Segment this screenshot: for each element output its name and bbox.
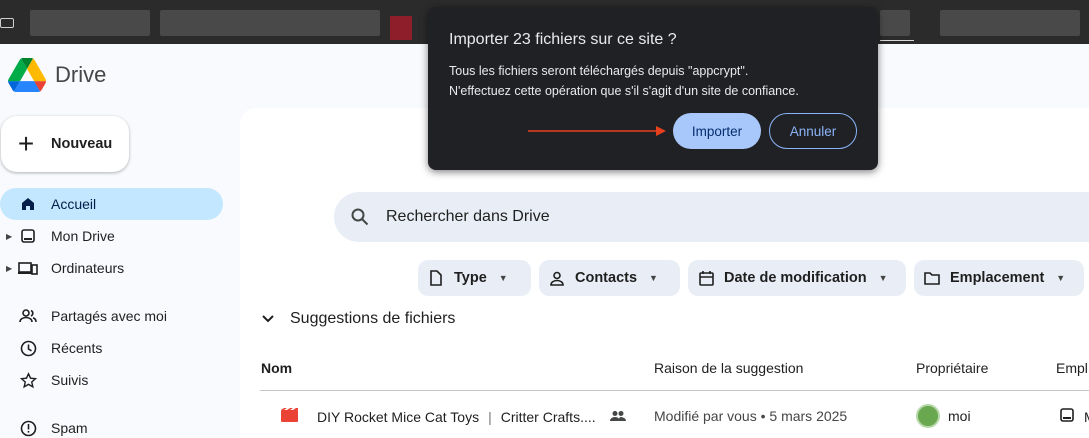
owner-name: moi: [948, 408, 971, 424]
new-button-label: Nouveau: [51, 136, 113, 152]
clock-icon: [17, 337, 39, 359]
filter-label: Type: [454, 270, 487, 286]
blurred-region: [30, 10, 150, 36]
suggestions-title: Suggestions de fichiers: [290, 310, 456, 327]
sidebar-item-label: Partagés avec moi: [51, 308, 167, 324]
sidebar-item-label: Suivis: [51, 372, 89, 388]
new-button[interactable]: + Nouveau: [1, 116, 129, 172]
file-icon: [418, 270, 454, 286]
sidebar-item-shared[interactable]: Partagés avec moi: [0, 300, 223, 332]
sidebar-item-recent[interactable]: Récents: [0, 332, 223, 364]
dialog-message-line: Tous les fichiers seront téléchargés dep…: [449, 64, 749, 78]
dialog-title: Importer 23 fichiers sur ce site ?: [449, 31, 677, 48]
avatar: [916, 404, 940, 428]
sidebar-item-starred[interactable]: Suivis: [0, 364, 223, 396]
table-row[interactable]: DIY Rocket Mice Cat Toys | Critter Craft…: [281, 408, 626, 425]
sidebar-item-computers[interactable]: ▶ Ordinateurs: [0, 252, 223, 284]
dialog-message-line: N'effectuez cette opération que s'il s'a…: [449, 84, 799, 98]
column-header-name[interactable]: Nom: [261, 360, 292, 376]
import-button[interactable]: Importer: [673, 113, 761, 149]
drive-logo-icon: [8, 58, 46, 92]
sidebar-item-my-drive[interactable]: ▶ Mon Drive: [0, 220, 223, 252]
search-input[interactable]: Rechercher dans Drive: [386, 208, 550, 226]
blurred-region: [880, 10, 910, 36]
chevron-down-icon: ▼: [498, 273, 508, 283]
sidebar-item-label: Spam: [51, 420, 88, 436]
file-name-secondary: Critter Crafts....: [500, 408, 596, 425]
drive-logo[interactable]: Drive: [8, 58, 106, 92]
expand-arrow-icon[interactable]: ▶: [6, 264, 12, 273]
filter-chip-type[interactable]: Type ▼: [418, 260, 531, 296]
location-cell: M: [1060, 408, 1089, 425]
location-name: M: [1084, 409, 1089, 425]
alert-icon: [17, 417, 39, 438]
filter-chip-contacts[interactable]: Contacts ▼: [539, 260, 680, 296]
owner-cell: moi: [916, 404, 971, 428]
import-confirmation-dialog: Importer 23 fichiers sur ce site ? Tous …: [428, 7, 878, 170]
search-icon[interactable]: [334, 207, 386, 227]
chevron-down-icon: ▼: [649, 273, 658, 283]
search-bar[interactable]: Rechercher dans Drive: [334, 192, 1089, 242]
filter-label: Date de modification: [724, 270, 867, 286]
divider: [260, 390, 1089, 391]
column-header-reason: Raison de la suggestion: [654, 360, 804, 376]
computers-icon: [17, 257, 39, 279]
my-drive-icon: [17, 225, 39, 247]
divider: [880, 40, 914, 41]
dialog-message: Tous les fichiers seront téléchargés dep…: [449, 61, 799, 101]
people-icon: [17, 305, 39, 327]
sidebar-item-label: Ordinateurs: [51, 260, 125, 276]
my-drive-icon: [1060, 408, 1074, 425]
filter-label: Contacts: [575, 270, 638, 286]
sidebar-item-label: Récents: [51, 340, 103, 356]
column-header-location: Empl: [1056, 360, 1088, 376]
sidebar-item-spam[interactable]: Spam: [0, 412, 223, 438]
expand-arrow-icon[interactable]: ▶: [6, 232, 12, 241]
plus-icon: +: [17, 128, 35, 159]
folder-icon: [914, 271, 950, 285]
home-icon: [17, 193, 39, 215]
person-icon: [539, 271, 575, 286]
calendar-icon: [688, 270, 724, 286]
shared-people-icon: [609, 409, 626, 425]
filter-chip-location[interactable]: Emplacement ▼: [914, 260, 1084, 296]
app-name: Drive: [55, 62, 107, 87]
sidebar-item-label: Mon Drive: [51, 228, 115, 244]
star-icon: [17, 369, 39, 391]
suggestion-reason: Modifié par vous • 5 mars 2025: [654, 408, 848, 424]
column-header-owner: Propriétaire: [916, 360, 989, 376]
blurred-region: [940, 10, 1080, 36]
sidebar-item-home[interactable]: Accueil: [0, 188, 223, 220]
blurred-region: [160, 10, 380, 36]
chevron-down-icon: ▼: [1056, 273, 1066, 283]
chevron-down-icon[interactable]: [262, 312, 290, 326]
suggestions-header[interactable]: Suggestions de fichiers: [262, 310, 455, 328]
chevron-down-icon: ▼: [878, 273, 888, 283]
video-file-icon: [281, 408, 298, 425]
folder-icon: [0, 18, 14, 28]
cancel-button[interactable]: Annuler: [769, 113, 857, 149]
blurred-favicon: [390, 16, 412, 40]
annotation-arrow-icon: [528, 126, 666, 136]
file-name: DIY Rocket Mice Cat Toys: [317, 408, 480, 425]
name-separator: |: [488, 408, 492, 425]
filter-chip-date[interactable]: Date de modification ▼: [688, 260, 906, 296]
sidebar-item-label: Accueil: [51, 196, 97, 212]
filter-label: Emplacement: [950, 270, 1045, 286]
